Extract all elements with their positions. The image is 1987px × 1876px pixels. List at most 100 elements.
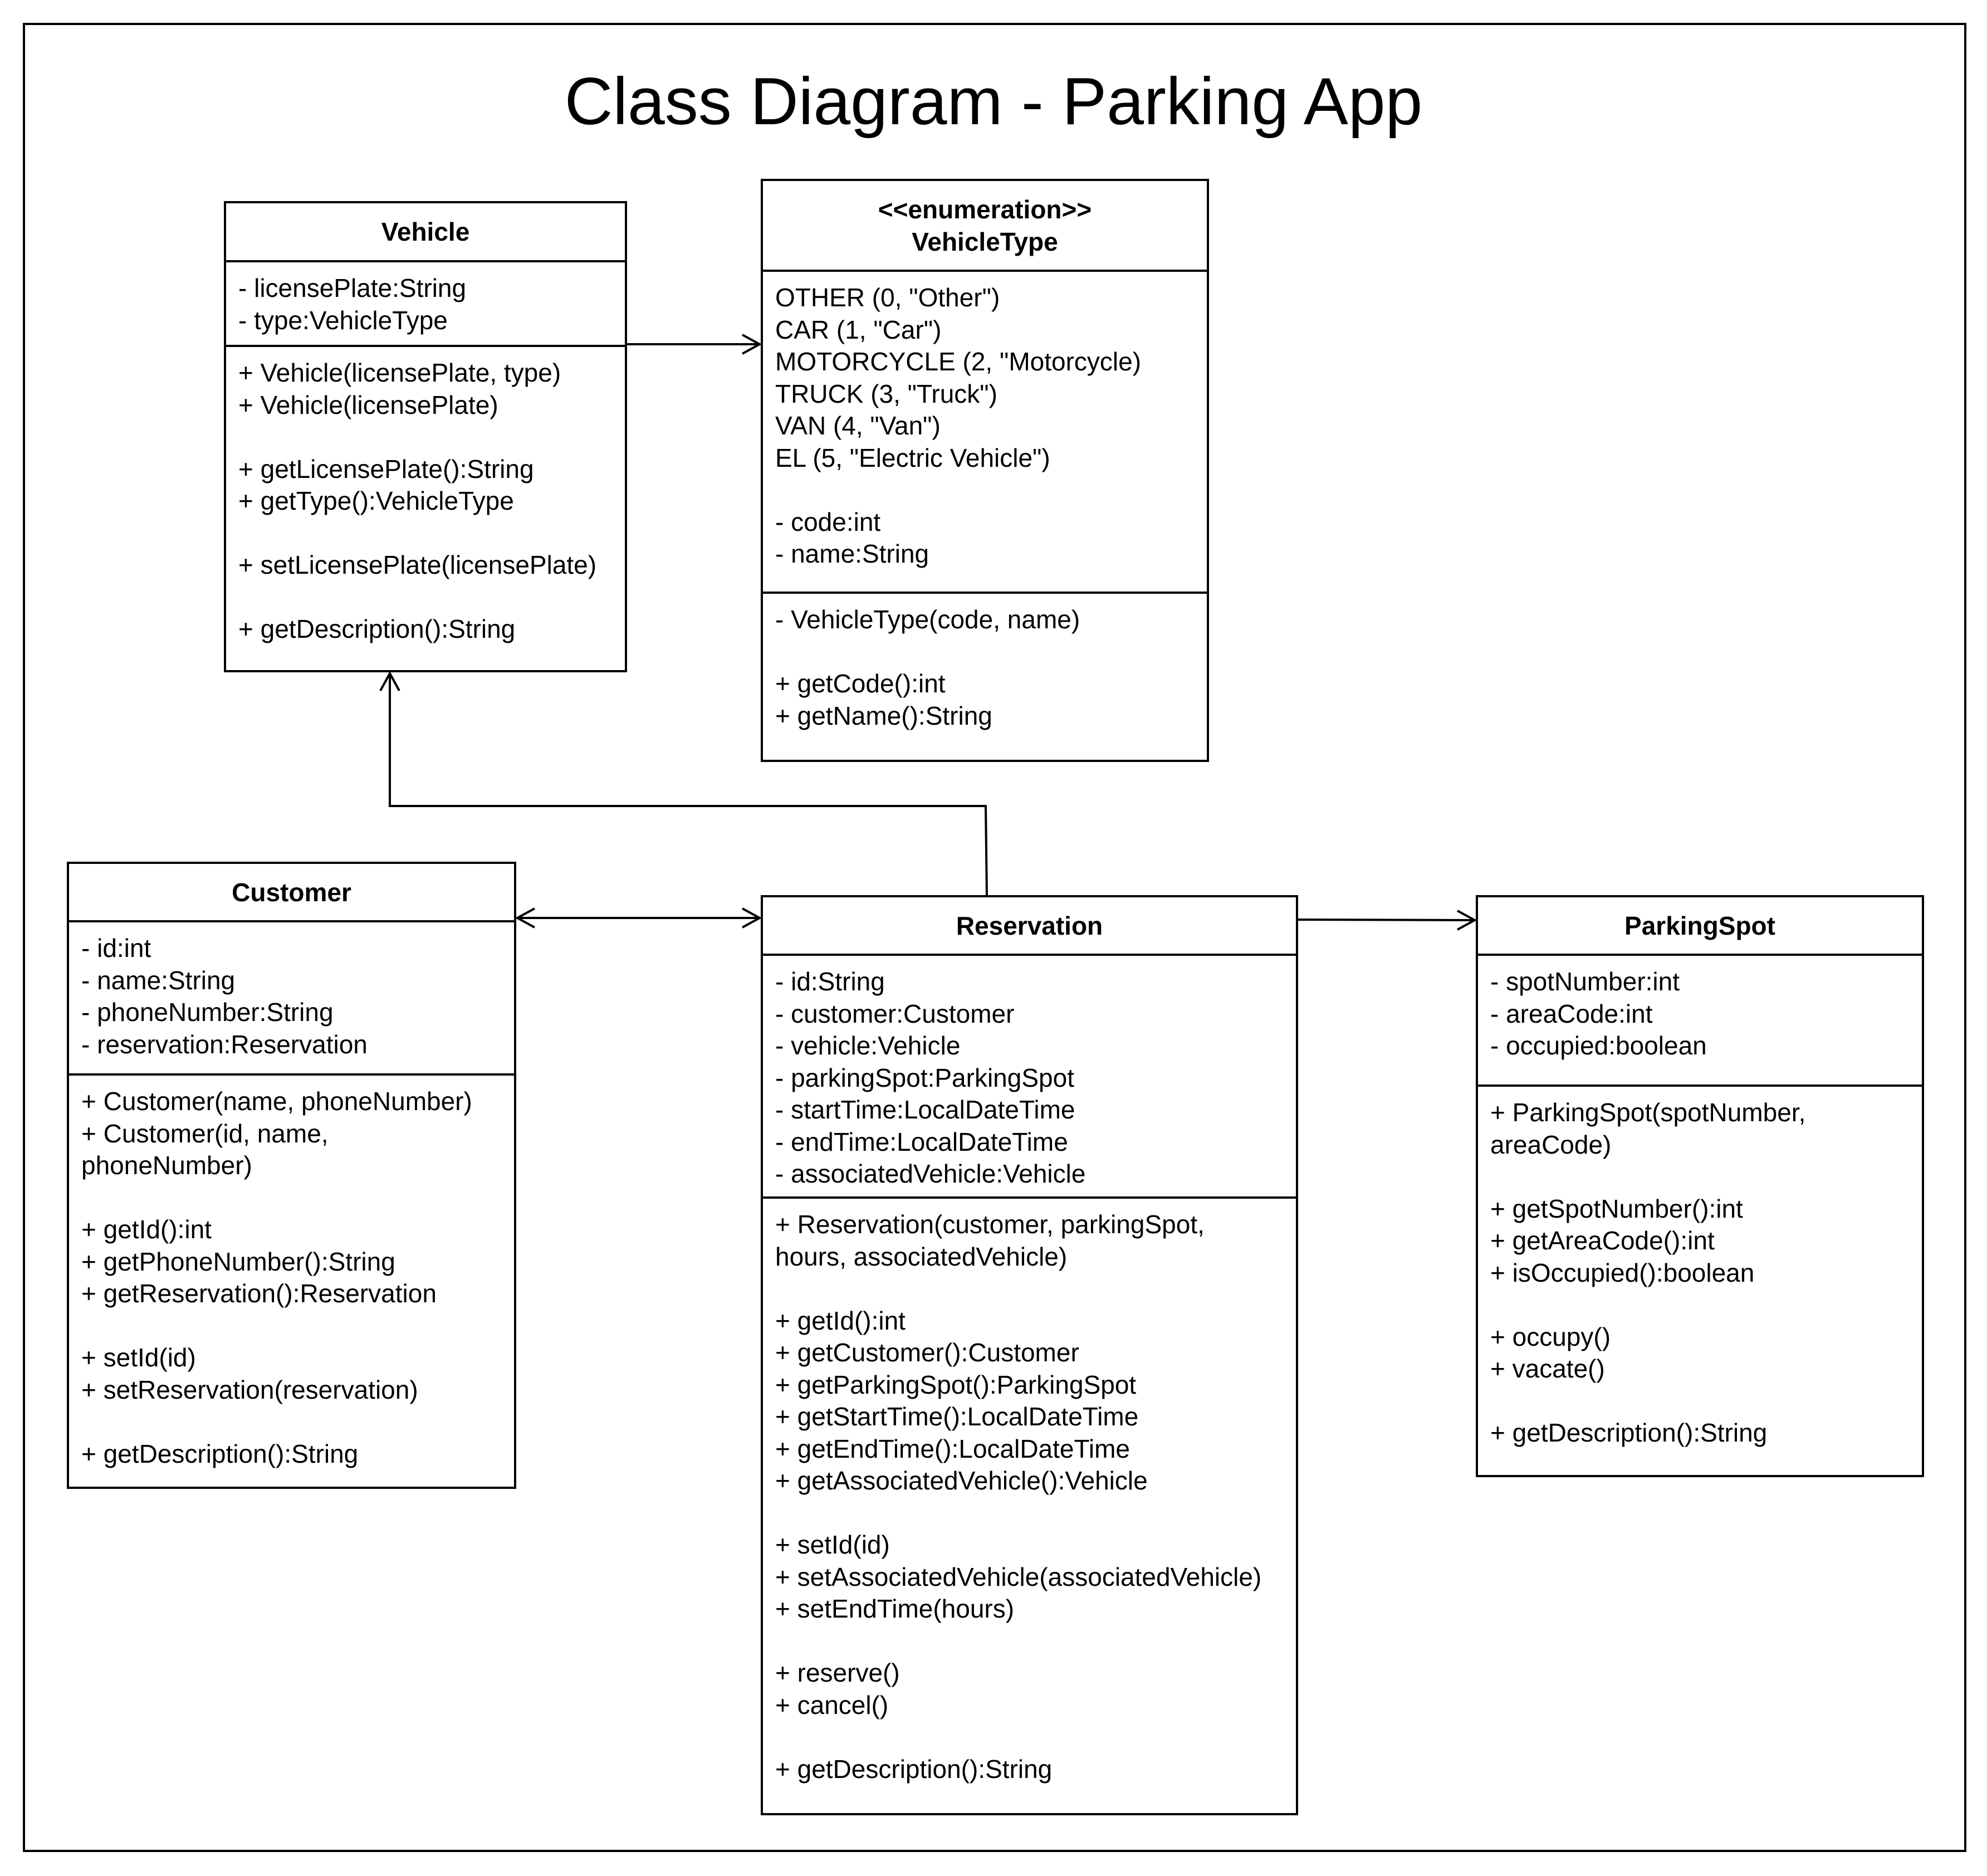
method-line: + Reservation(customer, parkingSpot, xyxy=(775,1210,1205,1239)
attribute-line: - customer:Customer xyxy=(775,999,1015,1028)
methods-section: + Vehicle(licensePlate, type) + Vehicle(l… xyxy=(226,347,625,646)
method-line: + getEndTime():LocalDateTime xyxy=(775,1434,1130,1463)
method-line: hours, associatedVehicle) xyxy=(775,1242,1068,1271)
attribute-line: TRUCK (3, "Truck") xyxy=(775,379,997,408)
method-line: + Customer(name, phoneNumber) xyxy=(81,1087,472,1116)
method-line: + getAssociatedVehicle():Vehicle xyxy=(775,1466,1148,1495)
method-line: + getName():String xyxy=(775,701,992,730)
attributes-section: OTHER (0, "Other") CAR (1, "Car") MOTORCYC… xyxy=(763,272,1207,594)
class-vehicle-type[interactable]: <<enumeration>> VehicleType OTHER (0, "O… xyxy=(761,179,1209,762)
method-line: + getSpotNumber():int xyxy=(1490,1194,1743,1223)
attribute-line: VAN (4, "Van") xyxy=(775,411,941,440)
attribute-line: - endTime:LocalDateTime xyxy=(775,1127,1068,1156)
method-line: + isOccupied():boolean xyxy=(1490,1258,1755,1287)
stereotype-label: <<enumeration>> xyxy=(878,194,1092,224)
attributes-section: - licensePlate:String - type:VehicleType xyxy=(226,262,625,347)
attribute-line: - occupied:boolean xyxy=(1490,1031,1707,1060)
attribute-line: - id:int xyxy=(81,934,151,963)
methods-section: + Customer(name, phoneNumber) + Customer(… xyxy=(69,1076,514,1470)
method-line: + occupy() xyxy=(1490,1322,1611,1351)
attribute-line: EL (5, "Electric Vehicle") xyxy=(775,443,1050,472)
class-name: VehicleType xyxy=(912,227,1058,256)
method-line: + setReservation(reservation) xyxy=(81,1375,418,1404)
method-line: + getStartTime():LocalDateTime xyxy=(775,1402,1139,1431)
class-vehicle[interactable]: Vehicle - licensePlate:String - type:Vehi… xyxy=(224,201,627,672)
class-name: Reservation xyxy=(956,911,1103,940)
methods-section: + ParkingSpot(spotNumber, areaCode) + getS… xyxy=(1478,1087,1922,1449)
member-spacer xyxy=(775,636,1195,668)
member-spacer xyxy=(1490,1385,1910,1418)
attribute-line: - name:String xyxy=(81,965,236,995)
method-line: + getDescription():String xyxy=(81,1439,359,1468)
method-line: + Customer(id, name, xyxy=(81,1118,329,1148)
member-spacer xyxy=(775,1721,1284,1753)
class-header: <<enumeration>> VehicleType xyxy=(763,181,1207,272)
member-spacer xyxy=(81,1182,502,1214)
class-reservation[interactable]: Reservation - id:String - customer:Custom… xyxy=(761,895,1298,1815)
class-header: Customer xyxy=(69,864,514,922)
method-line: + getId():int xyxy=(775,1306,906,1335)
method-line: + setEndTime(hours) xyxy=(775,1594,1015,1623)
method-line: + getDescription():String xyxy=(775,1754,1053,1784)
member-spacer xyxy=(81,1406,502,1438)
member-spacer xyxy=(238,582,613,614)
method-line: + Vehicle(licensePlate) xyxy=(238,390,498,419)
method-line: + getCustomer():Customer xyxy=(775,1338,1079,1367)
method-line: + cancel() xyxy=(775,1690,889,1719)
member-spacer xyxy=(81,1310,502,1342)
attribute-line: - startTime:LocalDateTime xyxy=(775,1095,1075,1124)
member-spacer xyxy=(775,1273,1284,1305)
method-line: + getPhoneNumber():String xyxy=(81,1247,395,1276)
class-parking-spot[interactable]: ParkingSpot - spotNumber:int - areaCode:i… xyxy=(1476,895,1924,1477)
method-line: + ParkingSpot(spotNumber, xyxy=(1490,1098,1806,1127)
attribute-line: - licensePlate:String xyxy=(238,273,467,302)
diagram-title: Class Diagram - Parking App xyxy=(564,64,1423,139)
attribute-line: - associatedVehicle:Vehicle xyxy=(775,1159,1086,1188)
class-customer[interactable]: Customer - id:int - name:String - phoneNum… xyxy=(67,862,516,1489)
method-line: phoneNumber) xyxy=(81,1151,252,1180)
attribute-line: - reservation:Reservation xyxy=(81,1029,368,1059)
method-line: + getReservation():Reservation xyxy=(81,1279,437,1308)
class-name: Vehicle xyxy=(381,217,470,246)
attribute-line: - areaCode:int xyxy=(1490,999,1653,1028)
attribute-line: CAR (1, "Car") xyxy=(775,315,942,344)
attribute-line: - phoneNumber:String xyxy=(81,998,334,1027)
attribute-line: OTHER (0, "Other") xyxy=(775,283,1000,312)
method-line: + getId():int xyxy=(81,1215,212,1244)
attribute-line: - vehicle:Vehicle xyxy=(775,1031,961,1060)
method-line: + getDescription():String xyxy=(238,614,516,643)
attributes-section: - spotNumber:int - areaCode:int - occupied… xyxy=(1478,956,1922,1087)
attribute-line: - id:String xyxy=(775,967,885,996)
method-line: - VehicleType(code, name) xyxy=(775,605,1080,634)
method-line: + getType():VehicleType xyxy=(238,486,514,515)
method-line: + reserve() xyxy=(775,1658,900,1687)
method-line: + getCode():int xyxy=(775,669,946,698)
member-spacer xyxy=(1490,1289,1910,1321)
member-spacer xyxy=(775,1497,1284,1530)
method-line: + setId(id) xyxy=(775,1530,890,1559)
attribute-line: - type:VehicleType xyxy=(238,305,448,335)
member-spacer xyxy=(1490,1161,1910,1193)
method-line: + getAreaCode():int xyxy=(1490,1226,1715,1255)
attributes-section: - id:String - customer:Customer - vehicle:… xyxy=(763,956,1296,1199)
member-spacer xyxy=(775,1625,1284,1658)
method-line: + getParkingSpot():ParkingSpot xyxy=(775,1370,1137,1399)
class-name: ParkingSpot xyxy=(1624,911,1775,940)
method-line: + setLicensePlate(licensePlate) xyxy=(238,550,597,579)
attribute-line: - code:int xyxy=(775,507,881,536)
methods-section: - VehicleType(code, name) + getCode():int… xyxy=(763,594,1207,732)
attribute-line: - parkingSpot:ParkingSpot xyxy=(775,1063,1074,1092)
class-name: Customer xyxy=(232,877,351,907)
member-spacer xyxy=(238,517,613,550)
methods-section: + Reservation(customer, parkingSpot, hour… xyxy=(763,1199,1296,1785)
member-spacer xyxy=(775,474,1195,506)
attribute-line: - spotNumber:int xyxy=(1490,967,1680,996)
method-line: + setId(id) xyxy=(81,1343,196,1372)
method-line: + getDescription():String xyxy=(1490,1418,1768,1447)
method-line: + getLicensePlate():String xyxy=(238,454,534,483)
method-line: + Vehicle(licensePlate, type) xyxy=(238,358,561,387)
class-header: Vehicle xyxy=(226,203,625,262)
method-line: areaCode) xyxy=(1490,1130,1612,1159)
diagram-canvas: Class Diagram - Parking App Vehicle - li… xyxy=(0,0,1987,1876)
attributes-section: - id:int - name:String - phoneNumber:Strin… xyxy=(69,922,514,1076)
